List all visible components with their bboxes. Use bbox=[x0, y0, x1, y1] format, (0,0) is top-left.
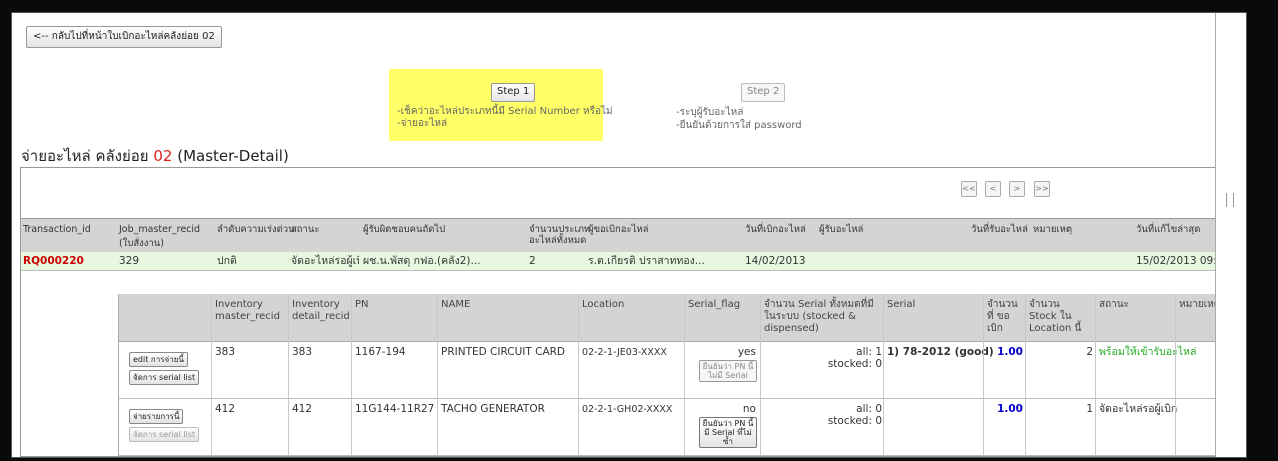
detail-inv-detail: 412 bbox=[292, 403, 313, 415]
master-detail-grid: << < > >> Transaction_id Job_master_reci… bbox=[20, 167, 1240, 457]
dcol-name[interactable]: NAME bbox=[441, 299, 470, 311]
col-status[interactable]: สถานะ bbox=[291, 223, 319, 237]
detail-pn: 11G144-11R27 bbox=[355, 403, 435, 415]
master-request-date: 14/02/2013 bbox=[745, 255, 806, 267]
detail-divider bbox=[983, 294, 984, 456]
master-status: จัดอะไหล่รอผู้เบิก bbox=[291, 255, 359, 267]
pager-first-button[interactable]: << bbox=[961, 181, 977, 197]
col-types-count-2: อะไหล่ทั้งหมด bbox=[529, 235, 587, 246]
detail-status: พร้อมให้เข้ารับอะไหล่ bbox=[1099, 346, 1197, 358]
col-receiver[interactable]: ผู้รับอะไหล่ bbox=[819, 223, 863, 237]
col-requester[interactable]: ผู้ขอเบิกอะไหล่ bbox=[588, 223, 648, 237]
detail-divider bbox=[1025, 294, 1026, 456]
pager-prev-button[interactable]: < bbox=[985, 181, 1001, 197]
detail-serial-stocked: stocked: 0 bbox=[827, 358, 882, 370]
dcol-location[interactable]: Location bbox=[582, 299, 624, 311]
page-title-suffix: (Master-Detail) bbox=[172, 147, 289, 165]
col-receive-date[interactable]: วันที่รับอะไหล่ bbox=[971, 223, 1028, 237]
back-to-request-button[interactable]: <-- กลับไปที่หน้าใบเบิกอะไหล่คลังย่อย 02 bbox=[26, 26, 222, 48]
col-priority[interactable]: ลำดับความเร่งด่วน bbox=[217, 223, 295, 237]
detail-qty-stock: 2 bbox=[1086, 346, 1093, 358]
browser-page: <-- กลับไปที่หน้าใบเบิกอะไหล่คลังย่อย 02… bbox=[11, 12, 1247, 458]
dispense-item-button[interactable]: จ่ายรายการนี้ bbox=[129, 409, 184, 424]
dcol-qty-stock[interactable]: จำนวน Stock ใน Location นี้ bbox=[1029, 299, 1089, 335]
detail-serial-flag: no bbox=[742, 403, 756, 415]
col-remark[interactable]: หมายเหตุ bbox=[1033, 223, 1072, 237]
detail-qty-stock: 1 bbox=[1086, 403, 1093, 415]
detail-serial-flag: yes bbox=[737, 346, 756, 358]
detail-location: 02-2-1-JE03-XXXX bbox=[582, 347, 667, 358]
page-title-number: 02 bbox=[153, 147, 173, 165]
edit-dispense-button[interactable]: edit การจ่ายนี้ bbox=[129, 352, 188, 367]
master-job-recid: 329 bbox=[119, 255, 140, 267]
step1-button[interactable]: Step 1 bbox=[491, 83, 536, 102]
confirm-no-serial-button[interactable]: ยืนยันว่า PN นี้ ไม่มี Serial bbox=[699, 360, 757, 382]
detail-serial: 1) 78-2012 (good) bbox=[887, 346, 994, 358]
detail-inv-master: 383 bbox=[215, 346, 236, 358]
detail-divider bbox=[351, 294, 352, 456]
dcol-serial-count[interactable]: จำนวน Serial ทั้งหมดที่มีในระบบ (stocked… bbox=[764, 299, 882, 335]
detail-divider bbox=[578, 294, 579, 456]
step1-panel: Step 1 -เช็คว่าอะไหล่ประเภทนี้มี Serial … bbox=[389, 69, 613, 141]
detail-name: PRINTED CIRCUIT CARD bbox=[441, 346, 566, 358]
step2-button[interactable]: Step 2 bbox=[741, 83, 786, 102]
detail-divider bbox=[684, 294, 685, 456]
master-types-count: 2 bbox=[529, 255, 536, 267]
col-request-date[interactable]: วันที่เบิกอะไหล่ bbox=[745, 223, 806, 237]
col-job-master-recid[interactable]: Job_master_recid bbox=[119, 223, 200, 237]
detail-divider bbox=[883, 294, 884, 456]
detail-divider bbox=[760, 294, 761, 456]
dcol-pn[interactable]: PN bbox=[355, 299, 369, 311]
dcol-qty-req[interactable]: จำนวนที่ ขอเบิก bbox=[987, 299, 1023, 335]
col-job-sub: (ใบสั่งงาน) bbox=[119, 238, 164, 249]
detail-divider bbox=[1095, 294, 1096, 456]
scroll-grip-icon[interactable] bbox=[1226, 193, 1234, 207]
detail-divider bbox=[288, 294, 289, 456]
detail-divider bbox=[437, 294, 438, 456]
confirm-has-serial-button[interactable]: ยืนยันว่า PN นี้ มี Serial ที่ไม่ซ้ำ bbox=[699, 417, 757, 448]
col-transaction-id[interactable]: Transaction_id bbox=[23, 223, 91, 237]
dcol-status[interactable]: สถานะ bbox=[1099, 299, 1129, 311]
detail-inv-detail: 383 bbox=[292, 346, 313, 358]
detail-status: จัดอะไหล่รอผู้เบิก bbox=[1099, 403, 1178, 415]
step1-line-2: -จ่ายอะไหล่ bbox=[397, 118, 448, 129]
detail-inv-master: 412 bbox=[215, 403, 236, 415]
manage-serial-list-button: จัดการ serial list bbox=[129, 427, 200, 442]
detail-pn: 1167-194 bbox=[355, 346, 406, 358]
pager-last-button[interactable]: >> bbox=[1034, 181, 1050, 197]
master-row[interactable]: RQ000220 329 ปกติ จัดอะไหล่รอผู้เบิก ผช.… bbox=[21, 252, 1240, 271]
dcol-serial[interactable]: Serial bbox=[887, 299, 915, 311]
detail-qty-req: 1.00 bbox=[997, 403, 1023, 415]
col-next-responsible[interactable]: ผู้รับผิดชอบคนถัดไป bbox=[363, 223, 445, 237]
detail-serial-stocked: stocked: 0 bbox=[827, 415, 882, 427]
page-title: จ่ายอะไหล่ คลังย่อย 02 (Master-Detail) bbox=[21, 144, 289, 168]
detail-name: TACHO GENERATOR bbox=[441, 403, 545, 415]
master-transaction-id: RQ000220 bbox=[23, 255, 84, 267]
dcol-inv-detail[interactable]: Inventory detail_recid bbox=[292, 299, 352, 323]
detail-location: 02-2-1-GH02-XXXX bbox=[582, 404, 673, 415]
master-priority: ปกติ bbox=[217, 255, 237, 267]
dcol-inv-master[interactable]: Inventory master_recid bbox=[215, 299, 285, 323]
step2-line-2: -ยืนยันด้วยการใส่ password bbox=[676, 120, 802, 131]
detail-row[interactable]: จ่ายรายการนี้ จัดการ serial list 412 412… bbox=[119, 399, 1217, 456]
vertical-scrollbar[interactable] bbox=[1215, 13, 1246, 457]
detail-row[interactable]: edit การจ่ายนี้ จัดการ serial list 383 3… bbox=[119, 342, 1217, 399]
detail-qty-req: 1.00 bbox=[997, 346, 1023, 358]
master-requester: ร.ต.เกียรติ ปราสาททอง... bbox=[588, 255, 705, 267]
dcol-serial-flag[interactable]: Serial_flag bbox=[688, 299, 740, 311]
detail-divider bbox=[1175, 294, 1176, 456]
page-title-prefix: จ่ายอะไหล่ คลังย่อย bbox=[21, 147, 154, 165]
detail-table-header: Inventory master_recid Inventory detail_… bbox=[119, 294, 1220, 342]
detail-table: Inventory master_recid Inventory detail_… bbox=[118, 294, 1220, 456]
master-next-responsible: ผช.น.พัสดุ กฟอ.(คลัง2)... bbox=[363, 255, 481, 267]
detail-divider bbox=[211, 294, 212, 456]
manage-serial-list-button[interactable]: จัดการ serial list bbox=[129, 370, 200, 385]
col-last-updated[interactable]: วันที่แก้ไขล่าสุด bbox=[1136, 223, 1200, 237]
pager-next-button[interactable]: > bbox=[1009, 181, 1025, 197]
dcol-remark[interactable]: หมายเหตุ bbox=[1179, 299, 1220, 311]
master-table-header: Transaction_id Job_master_recid (ใบสั่งง… bbox=[21, 218, 1216, 253]
